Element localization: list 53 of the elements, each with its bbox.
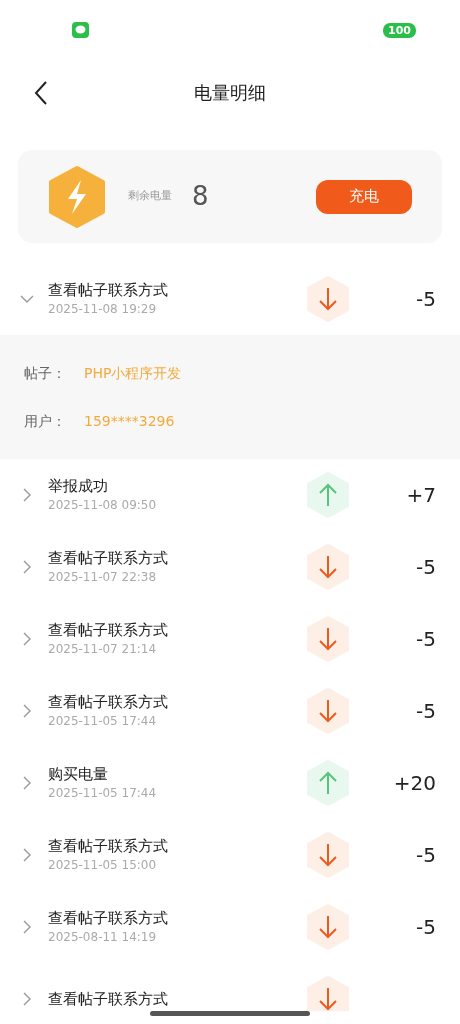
down-arrow-icon	[306, 616, 350, 662]
record-row[interactable]: 查看帖子联系方式 2025-11-08 19:29 -5	[0, 263, 460, 335]
record-title: 查看帖子联系方式	[48, 548, 169, 568]
down-arrow-icon	[306, 904, 350, 950]
record-time: 2025-11-08 19:29	[48, 301, 158, 318]
record-title: 查看帖子联系方式	[48, 280, 169, 300]
down-arrow-icon	[306, 276, 350, 322]
record-amount: -5	[415, 698, 436, 725]
record-time: 2025-11-07 21:14	[48, 641, 158, 658]
down-arrow-icon	[306, 976, 350, 1011]
down-arrow-icon	[306, 832, 350, 878]
detail-label: 用户：	[24, 411, 67, 431]
record-title: 举报成功	[48, 476, 109, 496]
page-title: 电量明细	[194, 80, 266, 105]
record-title: 购买电量	[48, 764, 109, 784]
detail-value: PHP小程序开发	[84, 363, 182, 383]
record-row[interactable]: 查看帖子联系方式	[0, 963, 460, 1011]
record-title: 查看帖子联系方式	[48, 620, 169, 640]
record-title: 查看帖子联系方式	[48, 908, 169, 928]
record-amount: -5	[415, 626, 436, 653]
balance-value: 8	[192, 180, 209, 213]
down-arrow-icon	[306, 544, 350, 590]
record-row[interactable]: 举报成功 2025-11-08 09:50 +7	[0, 459, 460, 531]
detail-value: 159****3296	[84, 411, 175, 431]
record-title: 查看帖子联系方式	[48, 989, 169, 1009]
detail-label: 帖子：	[24, 363, 67, 383]
record-time: 2025-11-05 17:44	[48, 785, 158, 802]
lightning-icon	[48, 165, 106, 228]
record-time: 2025-08-11 14:19	[48, 929, 158, 946]
record-title: 查看帖子联系方式	[48, 836, 169, 856]
record-amount: -5	[415, 554, 436, 581]
record-row[interactable]: 查看帖子联系方式 2025-08-11 14:19 -5	[0, 891, 460, 963]
record-row[interactable]: 购买电量 2025-11-05 17:44 +20	[0, 747, 460, 819]
record-amount: -5	[415, 842, 436, 869]
record-row[interactable]: 查看帖子联系方式 2025-11-05 17:44 -5	[0, 675, 460, 747]
record-time: 2025-11-05 15:00	[48, 857, 158, 874]
battery-indicator: 100	[383, 22, 416, 38]
record-time: 2025-11-08 09:50	[48, 497, 158, 514]
down-arrow-icon	[306, 688, 350, 734]
message-icon	[72, 22, 89, 38]
up-arrow-icon	[306, 760, 350, 806]
record-amount: -5	[415, 914, 436, 941]
record-row[interactable]: 查看帖子联系方式 2025-11-07 21:14 -5	[0, 603, 460, 675]
balance-label: 剩余电量	[128, 188, 172, 205]
record-time: 2025-11-07 22:38	[48, 569, 158, 586]
record-row[interactable]: 查看帖子联系方式 2025-11-05 15:00 -5	[0, 819, 460, 891]
up-arrow-icon	[306, 472, 350, 518]
record-amount: -5	[415, 286, 436, 313]
record-amount: +20	[392, 770, 436, 797]
record-amount: +7	[405, 482, 436, 509]
record-time: 2025-11-05 17:44	[48, 713, 158, 730]
record-row[interactable]: 查看帖子联系方式 2025-11-07 22:38 -5	[0, 531, 460, 603]
record-title: 查看帖子联系方式	[48, 692, 169, 712]
